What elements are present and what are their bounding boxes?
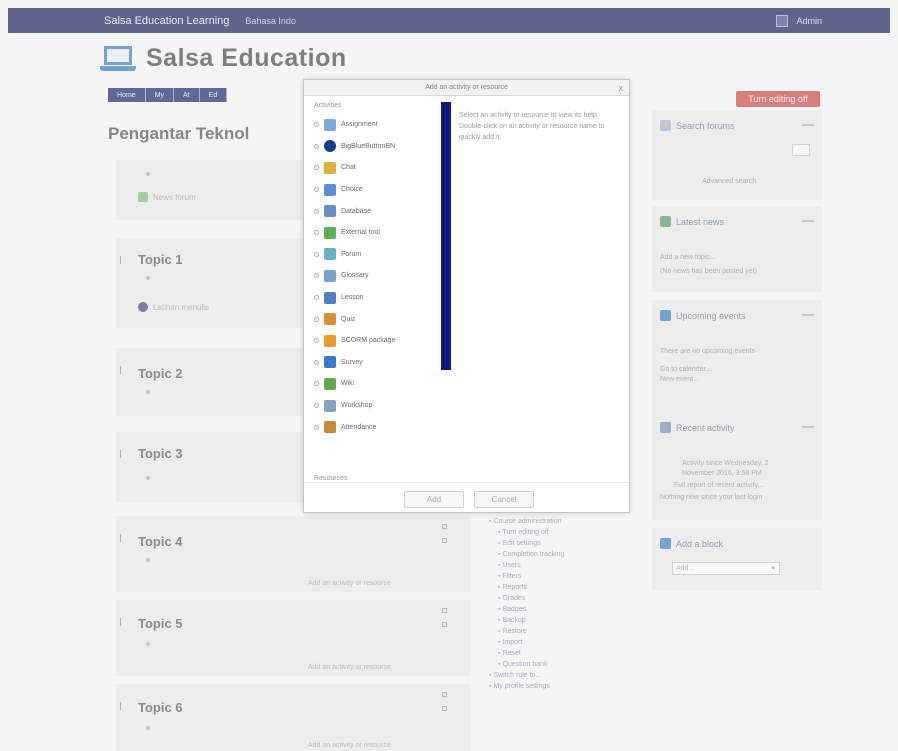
- choice-icon: [324, 183, 336, 196]
- survey-icon: [324, 356, 336, 369]
- radio-icon[interactable]: [314, 251, 319, 257]
- option-bigbluebutton[interactable]: BigBlueButtonBN: [308, 136, 440, 158]
- resources-heading: Resources: [314, 475, 348, 482]
- radio-icon[interactable]: [314, 230, 319, 236]
- option-quiz[interactable]: Quiz: [308, 308, 440, 330]
- radio-icon[interactable]: [314, 381, 319, 387]
- quiz-icon: [324, 313, 336, 326]
- chooser-options: Activities Assignment BigBlueButtonBN Ch…: [308, 102, 440, 438]
- option-scorm[interactable]: SCORM package: [308, 330, 440, 352]
- option-label[interactable]: SCORM package: [341, 337, 395, 344]
- radio-icon[interactable]: [314, 165, 319, 171]
- option-label[interactable]: Database: [341, 208, 371, 215]
- option-label[interactable]: External tool: [341, 229, 380, 236]
- radio-icon[interactable]: [314, 403, 319, 409]
- radio-icon[interactable]: [314, 208, 319, 214]
- radio-icon[interactable]: [314, 143, 319, 149]
- database-icon: [324, 205, 336, 218]
- radio-icon[interactable]: [314, 338, 319, 344]
- activity-chooser-dialog: Add an activity or resource x Activities…: [303, 79, 630, 513]
- assignment-icon: [324, 118, 336, 131]
- option-label[interactable]: BigBlueButtonBN: [341, 143, 395, 150]
- chooser-help-text: Select an activity or resource to view i…: [459, 112, 605, 141]
- cancel-button[interactable]: Cancel: [474, 491, 534, 508]
- option-survey[interactable]: Survey: [308, 352, 440, 374]
- option-external-tool[interactable]: External tool: [308, 222, 440, 244]
- option-forum[interactable]: Forum: [308, 244, 440, 266]
- option-lesson[interactable]: Lesson: [308, 287, 440, 309]
- chat-icon: [324, 161, 336, 174]
- option-label[interactable]: Survey: [341, 359, 363, 366]
- option-workshop[interactable]: Workshop: [308, 395, 440, 417]
- dialog-title: Add an activity or resource: [304, 80, 629, 96]
- option-label[interactable]: Choice: [341, 186, 363, 193]
- activities-heading: Activities: [314, 102, 342, 109]
- option-label[interactable]: Glossary: [341, 272, 369, 279]
- option-label[interactable]: Chat: [341, 164, 356, 171]
- glossary-icon: [324, 269, 336, 282]
- option-label[interactable]: Forum: [341, 251, 361, 258]
- radio-icon[interactable]: [314, 295, 319, 301]
- add-button[interactable]: Add: [404, 491, 464, 508]
- option-label[interactable]: Quiz: [341, 316, 355, 323]
- bigbluebutton-icon: [324, 140, 336, 153]
- close-icon[interactable]: x: [619, 83, 624, 93]
- option-label[interactable]: Lesson: [341, 294, 364, 301]
- option-wiki[interactable]: Wiki: [308, 373, 440, 395]
- option-glossary[interactable]: Glossary: [308, 265, 440, 287]
- workshop-icon: [324, 399, 336, 412]
- dialog-footer: Add Cancel: [304, 482, 629, 512]
- wiki-icon: [324, 377, 336, 390]
- option-database[interactable]: Database: [308, 200, 440, 222]
- option-assignment[interactable]: Assignment: [308, 114, 440, 136]
- radio-icon[interactable]: [314, 187, 319, 193]
- radio-icon[interactable]: [314, 424, 319, 430]
- radio-icon[interactable]: [314, 316, 319, 322]
- radio-icon[interactable]: [314, 359, 319, 365]
- option-choice[interactable]: Choice: [308, 179, 440, 201]
- option-label[interactable]: Workshop: [341, 402, 372, 409]
- option-label[interactable]: Assignment: [341, 121, 378, 128]
- radio-icon[interactable]: [314, 122, 319, 128]
- scroll-divider: [441, 102, 451, 370]
- option-chat[interactable]: Chat: [308, 157, 440, 179]
- option-label[interactable]: Attendance: [341, 424, 376, 431]
- radio-icon[interactable]: [314, 273, 319, 279]
- attendance-icon: [324, 421, 336, 434]
- option-label[interactable]: Wiki: [341, 380, 354, 387]
- external-tool-icon: [324, 226, 336, 239]
- forum-icon: [324, 248, 336, 261]
- scorm-icon: [324, 334, 336, 347]
- lesson-icon: [324, 291, 336, 304]
- option-attendance[interactable]: Attendance: [308, 416, 440, 438]
